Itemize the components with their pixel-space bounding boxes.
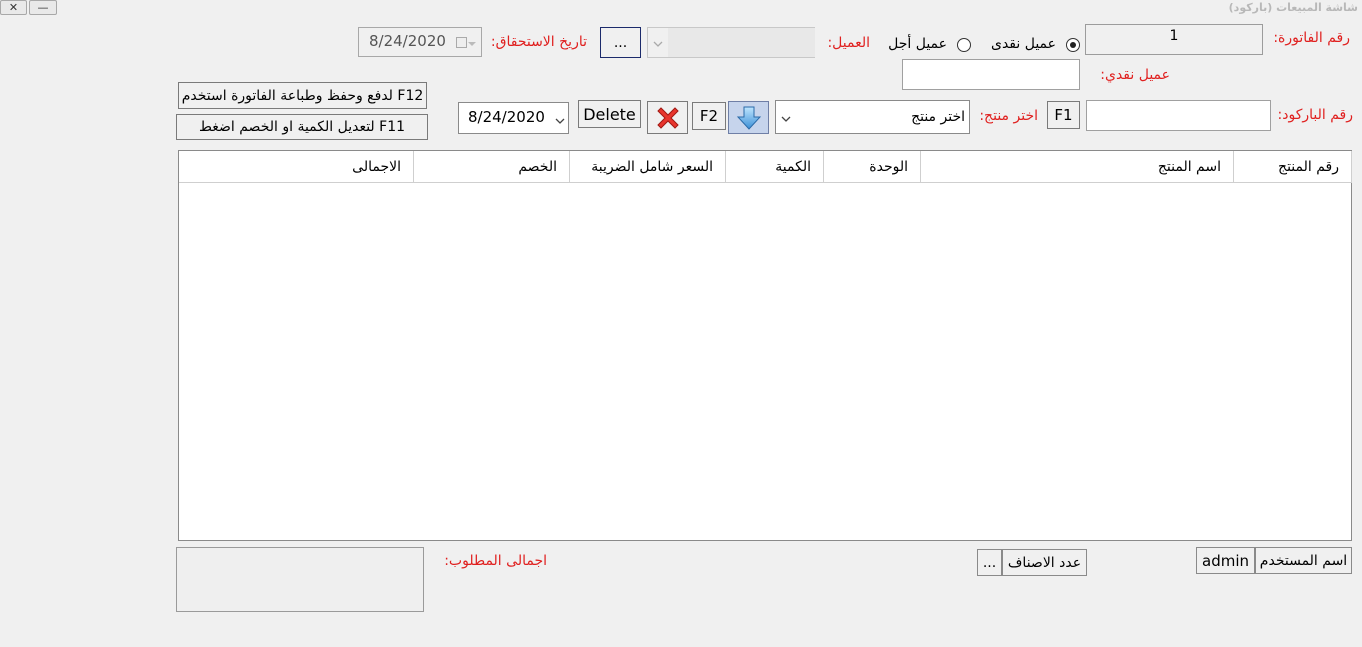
column-header-quantity[interactable]: الكمية [726,151,824,183]
cash-customer-radio[interactable] [1066,38,1080,52]
add-product-button[interactable] [728,101,769,134]
column-header-price-incl-tax[interactable]: السعر شامل الضريبة [570,151,726,183]
items-grid[interactable]: رقم المنتج اسم المنتج الوحدة الكمية السع… [178,150,1352,541]
red-x-icon [656,106,679,129]
due-date-picker[interactable]: 8/24/2020 [358,27,482,57]
column-header-discount[interactable]: الخصم [414,151,570,183]
radio-selected-dot [1070,42,1076,48]
pay-save-print-hint: لدفع وحفظ وطباعة الفاتورة استخدم F12 [178,82,427,109]
invoice-number-label: رقم الفاتورة: [1273,30,1350,46]
product-label: اختر منتج: [979,108,1038,124]
customer-browse-button[interactable]: ... [600,27,641,58]
total-due-field [176,547,424,612]
f1-button[interactable]: F1 [1047,101,1080,129]
barcode-input[interactable] [1086,100,1271,131]
cash-customer-label: عميل نقدي: [1100,67,1170,83]
items-count-label: عدد الاصناف [1002,549,1087,576]
window-title: شاشة المبيعات (باركود) [1228,1,1358,14]
customer-label: العميل: [827,35,870,51]
chevron-down-icon [781,116,791,122]
minimize-button[interactable]: — [29,0,57,15]
credit-customer-radio[interactable] [957,38,971,52]
chevron-down-icon [653,41,663,47]
f2-button[interactable]: F2 [692,102,726,130]
user-name-value: admin [1196,547,1255,574]
invoice-date-value: 8/24/2020 [468,108,545,126]
edit-quantity-hint: لتعديل الكمية او الخصم اضغط F11 [176,114,428,140]
customer-select[interactable] [647,27,815,58]
minimize-icon: — [37,1,49,14]
cash-customer-radio-label[interactable]: عميل نقدى [991,36,1056,52]
total-due-label: اجمالى المطلوب: [444,553,547,569]
arrow-down-icon [736,106,761,130]
due-date-value: 8/24/2020 [369,32,446,50]
product-select-value: اختر منتج [911,109,965,125]
items-count-value: ... [977,549,1002,576]
due-date-label: تاريخ الاستحقاق: [490,34,587,50]
cash-customer-input[interactable] [902,59,1080,90]
close-icon: ✕ [8,1,19,14]
remove-item-button[interactable] [647,101,688,134]
barcode-label: رقم الباركود: [1277,107,1353,123]
column-header-unit[interactable]: الوحدة [824,151,921,183]
user-name-label: اسم المستخدم [1255,547,1352,574]
chevron-down-icon [468,42,476,46]
delete-button[interactable]: Delete [578,100,641,128]
chevron-down-icon [555,118,565,124]
invoice-date-picker[interactable]: 8/24/2020 [458,102,569,134]
column-header-product-number[interactable]: رقم المنتج [1234,151,1352,183]
invoice-number-field: 1 [1085,24,1263,55]
calendar-checkbox-icon [456,37,467,48]
column-header-total[interactable]: الاجمالى [179,151,414,183]
column-header-product-name[interactable]: اسم المنتج [921,151,1234,183]
credit-customer-radio-label[interactable]: عميل أجل [888,36,947,52]
product-select[interactable]: اختر منتج [775,100,970,134]
close-button[interactable]: ✕ [0,0,27,15]
